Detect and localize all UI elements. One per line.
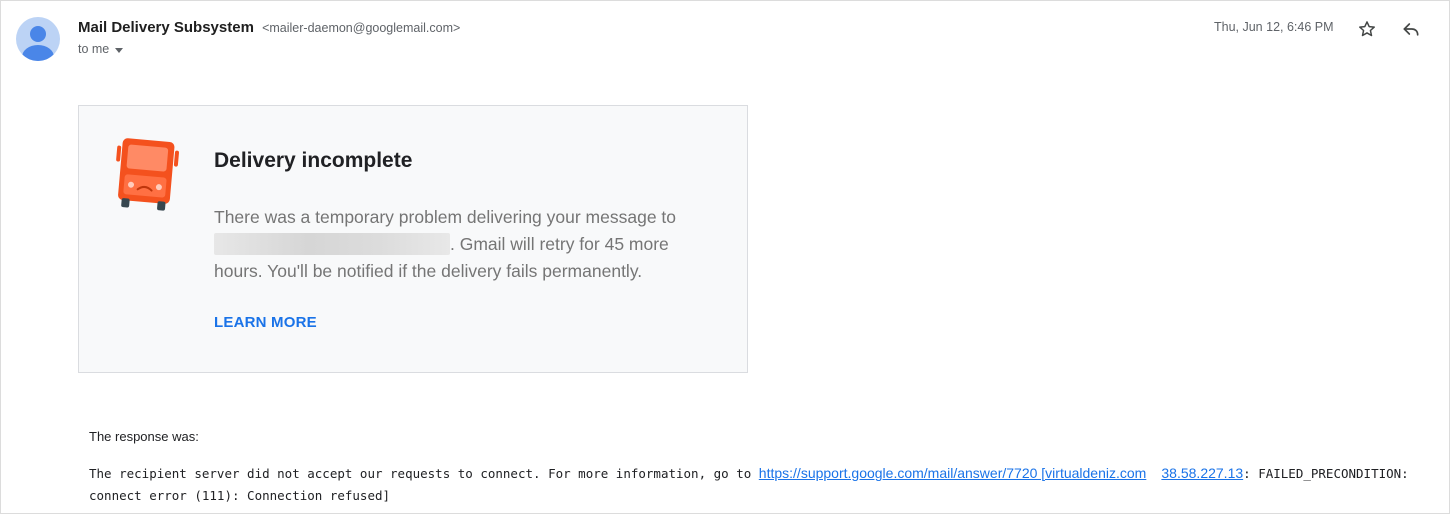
- response-text-start: The recipient server did not accept our …: [89, 466, 759, 481]
- sender-line: Mail Delivery Subsystem <mailer-daemon@g…: [78, 19, 460, 36]
- response-text: The recipient server did not accept our …: [89, 462, 1447, 507]
- reply-icon[interactable]: [1399, 17, 1423, 41]
- learn-more-link[interactable]: LEARN MORE: [214, 314, 317, 331]
- star-icon[interactable]: [1355, 17, 1379, 41]
- timestamp: Thu, Jun 12, 6:46 PM: [1214, 20, 1334, 34]
- card-title: Delivery incomplete: [214, 149, 413, 172]
- recipient-label: to me: [78, 42, 110, 56]
- delivery-status-card: Delivery incomplete There was a temporar…: [78, 105, 748, 373]
- card-message: There was a temporary problem delivering…: [214, 204, 694, 285]
- response-label: The response was:: [89, 429, 199, 444]
- delivery-truck-icon: [107, 134, 185, 219]
- sender-email: <mailer-daemon@googlemail.com>: [262, 21, 461, 35]
- sender-avatar[interactable]: [16, 17, 60, 61]
- email-view: Mail Delivery Subsystem <mailer-daemon@g…: [0, 0, 1450, 514]
- sender-name[interactable]: Mail Delivery Subsystem: [78, 19, 254, 36]
- avatar-person-icon: [22, 26, 54, 61]
- chevron-down-icon[interactable]: [115, 47, 124, 53]
- support-link[interactable]: https://support.google.com/mail/answer/7…: [759, 465, 1147, 481]
- card-message-start: There was a temporary problem delivering…: [214, 207, 677, 227]
- ip-link[interactable]: 38.58.227.13: [1161, 465, 1243, 481]
- redacted-recipient: [214, 233, 450, 255]
- recipient-line[interactable]: to me: [78, 42, 124, 56]
